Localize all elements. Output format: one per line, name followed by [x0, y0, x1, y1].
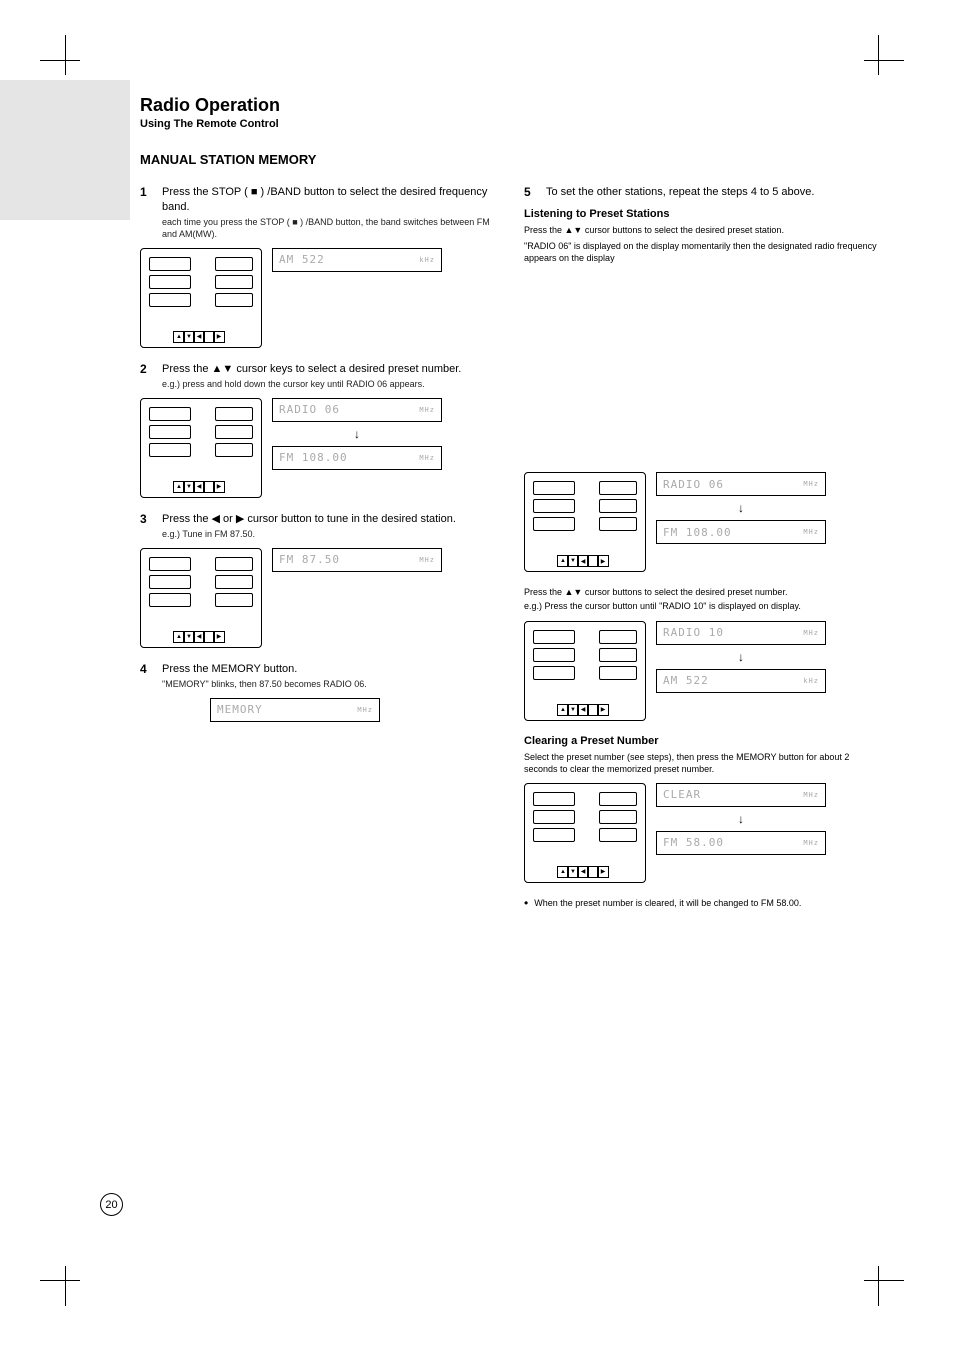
down-arrow-icon: ↓	[656, 502, 826, 514]
step-text: Press the STOP ( ■ ) /BAND button to sel…	[162, 185, 496, 215]
paragraph: e.g.) Press the cursor button until "RAD…	[524, 600, 880, 612]
lcd-display: FM 108.00MHz	[272, 446, 442, 470]
remote-diagram: ▲▼◀▶	[140, 398, 262, 498]
lcd-display: CLEARMHz	[656, 783, 826, 807]
remote-diagram: ▲▼◀▶	[140, 248, 262, 348]
lcd-display: MEMORYMHz	[210, 698, 380, 722]
down-arrow-icon: ↓	[272, 428, 442, 440]
right-column: 5 To set the other stations, repeat the …	[524, 185, 880, 909]
remote-diagram: ▲▼◀▶	[524, 621, 646, 721]
sidebar-tab	[0, 80, 130, 220]
step-number: 4	[140, 662, 154, 690]
step-subtext: each time you press the STOP ( ■ ) /BAND…	[162, 216, 496, 240]
step-text: Press the ▲▼ cursor keys to select a des…	[162, 362, 496, 377]
subsection-title: Clearing a Preset Number	[524, 735, 880, 747]
remote-diagram: ▲▼◀▶	[140, 548, 262, 648]
step-text: Press the ◀ or ▶ cursor button to tune i…	[162, 512, 496, 527]
step-text: Press the MEMORY button.	[162, 662, 496, 677]
lcd-display: RADIO 06MHz	[656, 472, 826, 496]
step-number: 2	[140, 362, 154, 390]
remote-diagram: ▲▼◀▶	[524, 472, 646, 572]
paragraph: When the preset number is cleared, it wi…	[534, 897, 801, 909]
lcd-display: AM 522kHz	[656, 669, 826, 693]
step-number: 3	[140, 512, 154, 540]
paragraph: Press the ▲▼ cursor buttons to select th…	[524, 224, 880, 236]
remote-diagram: ▲▼◀▶	[524, 783, 646, 883]
down-arrow-icon: ↓	[656, 651, 826, 663]
step-subtext: e.g.) press and hold down the cursor key…	[162, 378, 496, 390]
part-header: MANUAL STATION MEMORY	[140, 152, 880, 167]
paragraph: Select the preset number (see steps), th…	[524, 751, 880, 775]
lcd-display: AM 522kHz	[272, 248, 442, 272]
step-subtext: e.g.) Tune in FM 87.50.	[162, 528, 496, 540]
lcd-display: FM 58.00MHz	[656, 831, 826, 855]
left-column: 1 Press the STOP ( ■ ) /BAND button to s…	[140, 185, 496, 909]
bullet-icon: •	[524, 897, 528, 909]
lcd-display: RADIO 06MHz	[272, 398, 442, 422]
down-arrow-icon: ↓	[656, 813, 826, 825]
subsection-title: Listening to Preset Stations	[524, 208, 880, 220]
page-number: 20	[100, 1193, 123, 1216]
section-title: Radio Operation	[140, 95, 880, 116]
lcd-display: RADIO 10MHz	[656, 621, 826, 645]
step-number: 5	[524, 185, 538, 200]
step-text: To set the other stations, repeat the st…	[546, 185, 880, 200]
step-number: 1	[140, 185, 154, 240]
lcd-display: FM 108.00MHz	[656, 520, 826, 544]
paragraph: Press the ▲▼ cursor buttons to select th…	[524, 586, 880, 598]
lcd-display: FM 87.50MHz	[272, 548, 442, 572]
subtitle: Using The Remote Control	[140, 118, 880, 130]
paragraph: "RADIO 06" is displayed on the display m…	[524, 240, 880, 264]
step-subtext: "MEMORY" blinks, then 87.50 becomes RADI…	[162, 678, 496, 690]
